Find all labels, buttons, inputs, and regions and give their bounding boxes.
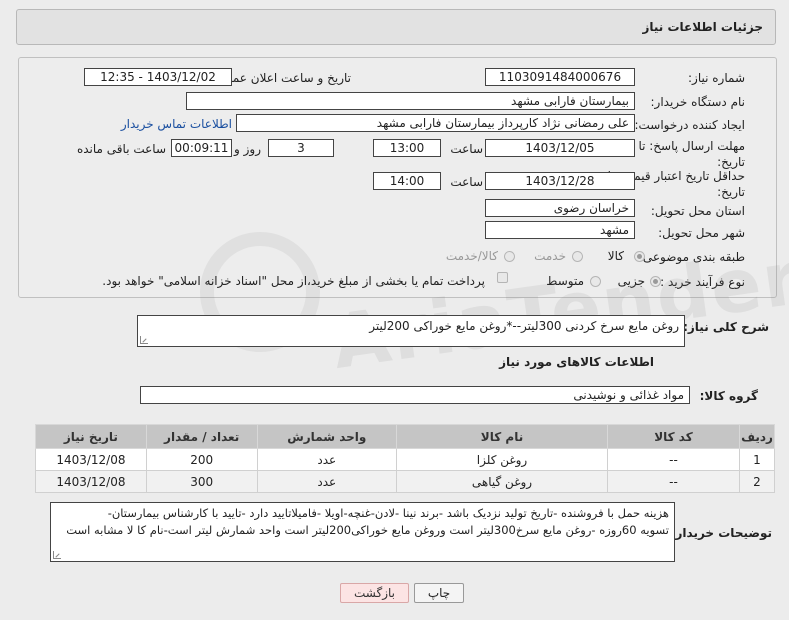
back-button[interactable]: بازگشت [340,583,409,603]
reply-days-label: روز و [234,142,261,156]
summary-text: روغن مایع سرخ کردنی 300لیتر--*روغن مایع … [369,319,679,333]
resize-grip-icon[interactable] [53,551,61,559]
reply-deadline-time-field: 13:00 [373,139,441,157]
city-field: مشهد [485,221,635,239]
price-validity-time-field: 14:00 [373,172,441,190]
cell-row: 1 [739,448,775,471]
buyer-notes-line-2: تسویه 60روزه -روغن مایع سرخ300لیتر است و… [66,523,669,537]
cell-unit: عدد [256,470,398,493]
page-header: جزئیات اطلاعات نیاز [16,9,776,45]
cell-code: -- [606,470,741,493]
remaining-time-field: 00:09:11 [171,139,232,157]
buyer-notes-line-1: هزینه حمل با فروشنده -تاریخ تولید نزدیک … [107,506,669,520]
cell-name: روغن کلزا [396,448,608,471]
table-row: 2 -- روغن گیاهی عدد 300 1403/12/08 [35,470,775,493]
cell-unit: عدد [256,448,398,471]
cell-date: 1403/12/08 [35,448,147,471]
province-label: استان محل تحویل: [650,204,745,218]
price-validity-time-label: ساعت [450,175,483,189]
buyer-org-label: نام دستگاه خریدار: [650,95,746,109]
table-row: 1 -- روغن کلزا عدد 200 1403/12/08 [35,448,775,471]
requester-label: ایجاد کننده درخواست: [634,118,745,132]
col-header-name: نام کالا [396,424,608,449]
category-radio-service[interactable] [572,251,583,262]
cell-name: روغن گیاهی [396,470,608,493]
table-header-row: ردیف کد کالا نام کالا واحد شمارش تعداد /… [35,424,775,449]
print-button[interactable]: چاپ [414,583,464,603]
resize-grip-icon[interactable] [140,336,148,344]
cell-date: 1403/12/08 [35,470,147,493]
goods-info-title: اطلاعات کالاهای مورد نیاز [499,355,654,369]
summary-label: شرح کلی نیاز: [683,320,769,334]
goods-group-field: مواد غذائی و نوشیدنی [140,386,690,404]
col-header-row: ردیف [739,424,775,449]
category-option-goods-service: کالا/خدمت [445,249,498,263]
remaining-time-label: ساعت باقی مانده [76,142,166,156]
need-number-label: شماره نیاز: [688,71,745,85]
col-header-code: کد کالا [606,424,741,449]
items-table: ردیف کد کالا نام کالا واحد شمارش تعداد /… [35,424,775,493]
cell-qty: 300 [145,470,258,493]
col-header-date: تاریخ نیاز [35,424,147,449]
cell-qty: 200 [145,448,258,471]
province-field: خراسان رضوی [485,199,635,217]
buyer-org-field: بیمارستان فارابی مشهد [186,92,635,110]
reply-deadline-time-label: ساعت [450,142,483,156]
requester-field: علی رمضانی نژاد کارپرداز بیمارستان فاراب… [236,114,635,132]
price-validity-date-field: 1403/12/28 [485,172,635,190]
goods-group-label: گروه کالا: [699,389,758,403]
cell-code: -- [606,448,741,471]
need-number-field: 1103091484000676 [485,68,635,86]
buyer-notes-label: توضیحات خریدار: [670,526,772,540]
col-header-qty: تعداد / مقدار [145,424,258,449]
cell-row: 2 [739,470,775,493]
announce-datetime-field: 1403/12/02 - 12:35 [84,68,232,86]
reply-days-field: 3 [268,139,334,157]
category-radio-goods-service[interactable] [504,251,515,262]
reply-deadline-label: مهلت ارسال پاسخ: تا تاریخ: [638,139,745,169]
summary-textarea: روغن مایع سرخ کردنی 300لیتر--*روغن مایع … [137,315,685,347]
buyer-contact-link[interactable]: اطلاعات تماس خریدار [121,117,232,131]
col-header-unit: واحد شمارش [256,424,398,449]
reply-deadline-date-field: 1403/12/05 [485,139,635,157]
category-option-service: خدمت [534,249,566,263]
page-title: جزئیات اطلاعات نیاز [642,20,763,34]
buyer-notes-textarea: هزینه حمل با فروشنده -تاریخ تولید نزدیک … [50,502,675,562]
city-label: شهر محل تحویل: [658,226,745,240]
